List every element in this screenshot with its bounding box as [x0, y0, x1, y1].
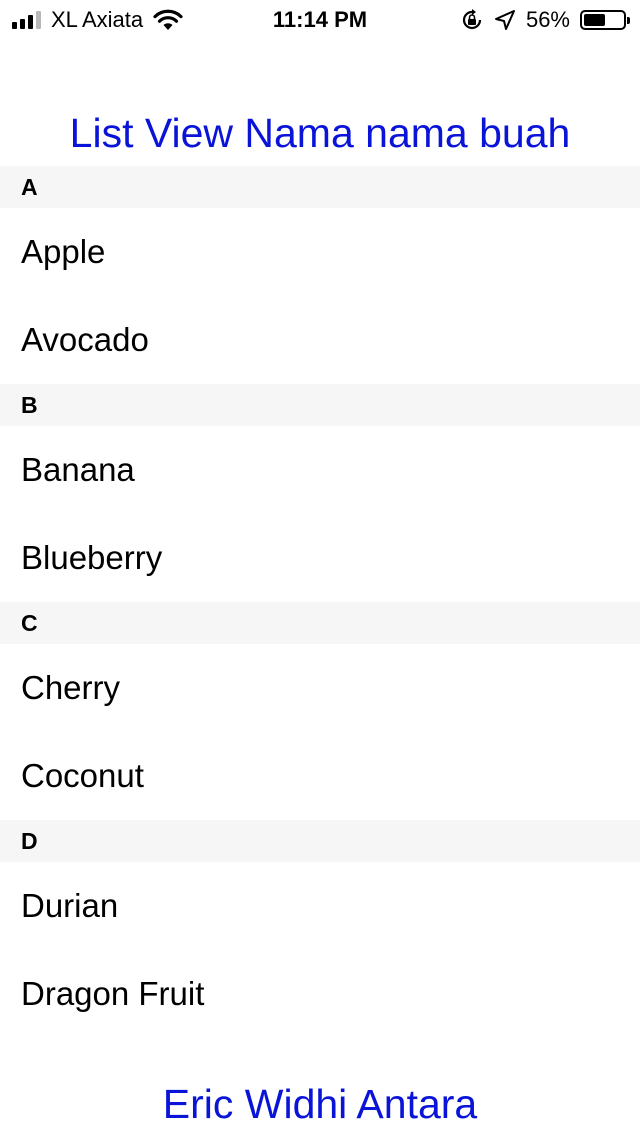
list-item-cherry[interactable]: Cherry — [0, 644, 640, 732]
battery-icon — [580, 10, 630, 30]
list-item-banana[interactable]: Banana — [0, 426, 640, 514]
status-right: 56% — [460, 0, 630, 40]
fruit-list[interactable]: A Apple Avocado B Banana Blueberry C Che… — [0, 166, 640, 1038]
list-item-avocado[interactable]: Avocado — [0, 296, 640, 384]
location-arrow-icon — [494, 10, 515, 30]
footer-author: Eric Widhi Antara — [162, 1081, 478, 1127]
section-header-b: B — [0, 384, 640, 426]
battery-tip — [627, 17, 630, 24]
section-header-c: C — [0, 602, 640, 644]
status-bar: XL Axiata 11:14 PM 56% — [0, 0, 640, 40]
list-item-apple[interactable]: Apple — [0, 208, 640, 296]
list-item-blueberry[interactable]: Blueberry — [0, 514, 640, 602]
section-header-a: A — [0, 166, 640, 208]
battery-fill — [584, 14, 605, 26]
section-header-d: D — [0, 820, 640, 862]
list-item-durian[interactable]: Durian — [0, 862, 640, 950]
battery-percent: 56% — [525, 7, 570, 32]
list-item-dragon-fruit[interactable]: Dragon Fruit — [0, 950, 640, 1038]
list-item-coconut[interactable]: Coconut — [0, 732, 640, 820]
page-title: List View Nama nama buah — [69, 110, 571, 156]
orientation-lock-icon — [462, 9, 482, 30]
